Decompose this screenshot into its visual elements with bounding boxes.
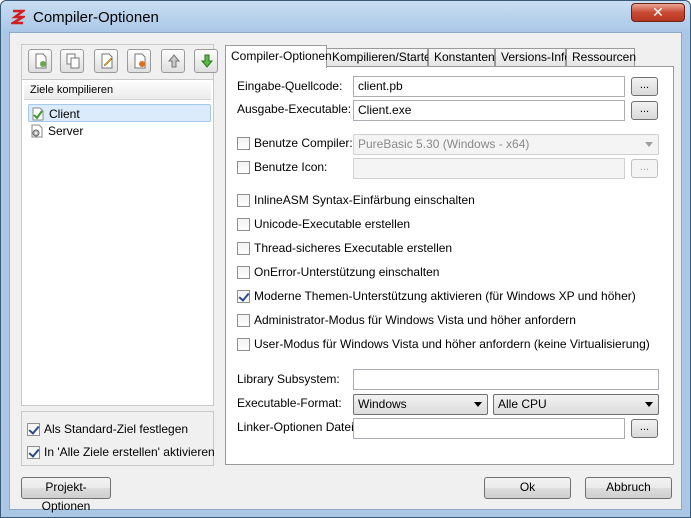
build-all-checkbox[interactable]: In 'Alle Ziele erstellen' aktivieren: [27, 445, 215, 461]
linker-options-field[interactable]: [353, 418, 625, 439]
checkbox-box[interactable]: [237, 194, 250, 207]
title-bar: Compiler-Optionen ✕: [1, 1, 690, 33]
cpu-select[interactable]: Alle CPU: [493, 394, 659, 415]
copy-icon: [66, 53, 80, 69]
compiler-select[interactable]: PureBasic 5.30 (Windows - x64): [353, 134, 659, 155]
edit-target-button[interactable]: [94, 49, 118, 73]
checkbox-box[interactable]: [237, 161, 250, 174]
compiler-options-window: Compiler-Optionen ✕ Ziele kompilieren Cl…: [0, 0, 691, 518]
list-header: Ziele kompilieren: [24, 82, 211, 100]
option-user-mode-checkbox[interactable]: User-Modus für Windows Vista und höher a…: [237, 337, 650, 353]
linker-options-label: Linker-Optionen Datei:: [237, 420, 358, 434]
library-subsystem-field[interactable]: [353, 369, 659, 390]
checkbox-label: Administrator-Modus für Windows Vista un…: [254, 313, 576, 327]
checkbox-box[interactable]: [237, 290, 250, 303]
checkbox-box[interactable]: [237, 314, 250, 327]
checkbox-label: Thread-sicheres Executable erstellen: [254, 241, 453, 255]
option-themes-checkbox[interactable]: Moderne Themen-Unterstützung aktivieren …: [237, 289, 636, 305]
checkbox-label: InlineASM Syntax-Einfärbung einschalten: [254, 193, 475, 207]
project-options-button[interactable]: Projekt-Optionen: [21, 477, 111, 513]
compiler-value: PureBasic 5.30 (Windows - x64): [358, 137, 530, 151]
use-icon-checkbox[interactable]: Benutze Icon:: [237, 160, 327, 176]
default-target-checkbox[interactable]: Als Standard-Ziel festlegen: [27, 422, 188, 438]
checkbox-label: User-Modus für Windows Vista und höher a…: [254, 337, 650, 351]
library-subsystem-label: Library Subsystem:: [237, 372, 340, 386]
exe-format-value: Windows: [358, 397, 407, 411]
tab-resources[interactable]: Ressourcen: [566, 48, 636, 67]
checkbox-box[interactable]: [237, 218, 250, 231]
targets-panel: Ziele kompilieren Client Server: [21, 44, 218, 406]
option-unicode-checkbox[interactable]: Unicode-Executable erstellen: [237, 217, 410, 233]
window-title: Compiler-Optionen: [33, 9, 159, 26]
browse-source-button[interactable]: ...: [631, 77, 658, 96]
checkbox-label: Als Standard-Ziel festlegen: [44, 422, 189, 436]
browse-icon-button[interactable]: ...: [631, 159, 658, 178]
compiler-options-page: Eingabe-Quellcode: client.pb ... Ausgabe…: [225, 66, 674, 465]
cpu-value: Alle CPU: [498, 397, 547, 411]
checkbox-label: In 'Alle Ziele erstellen' aktivieren: [44, 445, 215, 459]
option-inlineasm-checkbox[interactable]: InlineASM Syntax-Einfärbung einschalten: [237, 193, 475, 209]
checkbox-box[interactable]: [27, 423, 40, 436]
source-label: Eingabe-Quellcode:: [237, 79, 343, 93]
tab-compile-run[interactable]: Kompilieren/Starten: [326, 48, 437, 67]
browse-linker-button[interactable]: ...: [631, 419, 658, 438]
target-flags-panel: Als Standard-Ziel festlegen In 'Alle Zie…: [21, 411, 215, 466]
target-label: Server: [48, 124, 84, 138]
exe-format-label: Executable-Format:: [237, 396, 342, 410]
chevron-down-icon: [474, 402, 482, 407]
edit-icon: [101, 53, 113, 69]
chevron-down-icon: [645, 142, 653, 147]
checkbox-box[interactable]: [27, 446, 40, 459]
remove-icon: [134, 53, 146, 69]
tab-compiler-options[interactable]: Compiler-Optionen: [225, 45, 332, 68]
checkbox-label: OnError-Unterstützung einschalten: [254, 265, 440, 279]
checkbox-label: Unicode-Executable erstellen: [254, 217, 411, 231]
checkbox-box[interactable]: [237, 137, 250, 150]
cancel-button[interactable]: Abbruch: [585, 477, 672, 499]
targets-list[interactable]: Ziele kompilieren Client Server: [22, 79, 213, 405]
purebasic-logo-icon: [11, 9, 25, 25]
copy-target-button[interactable]: [60, 49, 84, 73]
option-threadsafe-checkbox[interactable]: Thread-sicheres Executable erstellen: [237, 241, 452, 257]
exe-format-select[interactable]: Windows: [353, 394, 488, 415]
target-item-client[interactable]: Client: [28, 104, 211, 122]
tab-constants[interactable]: Konstanten: [428, 48, 495, 67]
arrow-up-icon: [167, 54, 181, 68]
move-down-button[interactable]: [194, 49, 218, 73]
close-button[interactable]: ✕: [631, 3, 685, 22]
option-onerror-checkbox[interactable]: OnError-Unterstützung einschalten: [237, 265, 439, 281]
checkbox-box[interactable]: [237, 338, 250, 351]
arrow-down-icon: [200, 54, 214, 68]
icon-field[interactable]: [353, 158, 625, 179]
target-label: Client: [49, 107, 80, 121]
use-compiler-checkbox[interactable]: Benutze Compiler:: [237, 136, 353, 152]
checkbox-box[interactable]: [237, 242, 250, 255]
gear-doc-icon: [31, 124, 43, 138]
output-field[interactable]: Client.exe: [353, 100, 625, 121]
source-field[interactable]: client.pb: [353, 76, 625, 97]
checkbox-box[interactable]: [237, 266, 250, 279]
checkbox-label: Benutze Compiler:: [254, 136, 353, 150]
output-label: Ausgabe-Executable:: [237, 102, 352, 116]
chevron-down-icon: [645, 402, 653, 407]
tab-version-info[interactable]: Versions-Info: [495, 48, 571, 67]
checkbox-label: Moderne Themen-Unterstützung aktivieren …: [254, 289, 636, 303]
target-item-server[interactable]: Server: [28, 122, 211, 140]
ok-button[interactable]: Ok: [484, 477, 571, 499]
checkmark-doc-icon: [32, 107, 44, 121]
move-up-button[interactable]: [161, 49, 185, 73]
checkbox-label: Benutze Icon:: [254, 160, 328, 174]
dialog-body: Ziele kompilieren Client Server Als Stan…: [9, 32, 682, 513]
option-admin-mode-checkbox[interactable]: Administrator-Modus für Windows Vista un…: [237, 313, 576, 329]
new-target-button[interactable]: [28, 49, 52, 73]
browse-output-button[interactable]: ...: [631, 101, 658, 120]
remove-target-button[interactable]: [127, 49, 151, 73]
new-target-icon: [35, 53, 47, 69]
